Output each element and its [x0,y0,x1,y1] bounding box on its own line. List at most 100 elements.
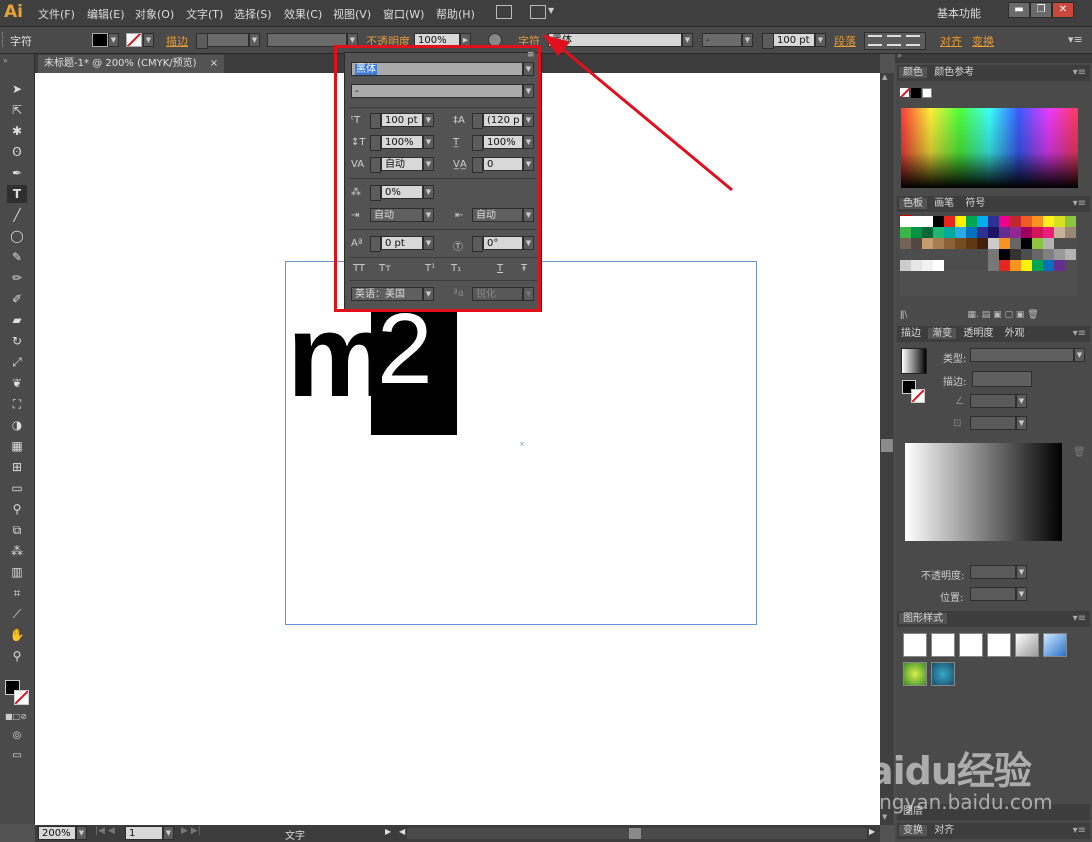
menu-window[interactable]: 窗口(W) [383,6,424,22]
zoom-field[interactable]: 200% [38,826,76,840]
swatch[interactable] [955,249,966,260]
menu-help[interactable]: 帮助(H) [436,6,475,22]
close-tab-icon[interactable]: × [210,58,218,69]
swatch[interactable] [900,227,911,238]
minimize-button[interactable]: ▬ [1008,2,1030,18]
tab-color[interactable]: 颜色 [899,67,927,78]
blend-tool-icon[interactable]: ⧉ [7,521,27,539]
swatch[interactable] [1054,227,1065,238]
swatch[interactable] [977,216,988,227]
gradient-angle-field[interactable] [970,394,1016,408]
graphic-style-default[interactable] [903,633,927,657]
hscroll-left-icon[interactable]: ◀ [399,827,405,836]
mesh-tool-icon[interactable]: ⊞ [7,458,27,476]
swatch[interactable] [900,260,911,271]
workspace-switcher[interactable]: 基本功能 [937,5,981,21]
swatch[interactable] [955,216,966,227]
swatch[interactable] [955,238,966,249]
tab-swatches[interactable]: 色板 [899,198,927,209]
swatch[interactable] [1021,216,1032,227]
tab-symbols[interactable]: 符号 [961,198,989,209]
gradient-opacity-field[interactable] [970,565,1016,579]
bridge-icon[interactable] [496,5,512,19]
menu-edit[interactable]: 编辑(E) [87,6,125,22]
selection-tool-icon[interactable]: ➤ [7,80,27,98]
align-left-icon[interactable] [868,35,882,46]
menu-effect[interactable]: 效果(C) [284,6,322,22]
swatch[interactable] [1010,238,1021,249]
menu-type[interactable]: 文字(T) [186,6,223,22]
slice-tool-icon[interactable]: ⟋ [7,605,27,623]
stroke-none-swatch[interactable] [126,33,142,47]
swatch[interactable] [1021,249,1032,260]
type-tool-icon[interactable]: T [7,185,27,203]
hscroll-right-icon[interactable]: ▶ [869,827,875,836]
tab-transparency[interactable]: 透明度 [959,328,997,339]
black-swatch[interactable] [911,88,921,98]
swatch[interactable] [988,249,999,260]
stroke-link[interactable]: 描边 [166,33,188,49]
swatch[interactable] [999,216,1010,227]
swatch[interactable] [966,249,977,260]
ellipse-tool-icon[interactable]: ◯ [7,227,27,245]
swatch[interactable] [977,238,988,249]
swatch[interactable] [1043,238,1054,249]
gradient-menu-icon[interactable]: ▾≡ [1073,326,1086,342]
screen-mode-icon[interactable]: ▭ [7,747,27,765]
paintbrush-tool-icon[interactable]: ✎ [7,248,27,266]
collapse-icon[interactable]: » [3,56,8,65]
scale-tool-icon[interactable]: ⤢ [7,353,27,371]
swatch[interactable] [1043,249,1054,260]
swatch[interactable] [988,260,999,271]
gradient-tool-icon[interactable]: ▭ [7,479,27,497]
swatch[interactable] [922,238,933,249]
free-transform-tool-icon[interactable]: ⛶ [7,395,27,413]
tab-align[interactable]: 对齐 [930,825,958,836]
scroll-thumb[interactable] [881,439,893,452]
color-mode-icons[interactable]: ■□⊘ [5,712,29,721]
swatch[interactable] [1043,216,1054,227]
swatch[interactable] [977,227,988,238]
gradient-type-dropdown[interactable]: ▼ [1074,348,1085,362]
pen-tool-icon[interactable]: ✒ [7,164,27,182]
swatch[interactable] [944,260,955,271]
swatch[interactable] [933,260,944,271]
swatch[interactable] [922,216,933,227]
direct-selection-tool-icon[interactable]: ⇱ [7,101,27,119]
swatches-footer-icons[interactable]: ǁ\ ▦. ▤ ▣ ▢ ▣ 🗑 [900,310,1077,322]
swatch[interactable] [1054,260,1065,271]
swatch[interactable] [1010,227,1021,238]
swatch[interactable] [933,249,944,260]
arrange-documents-icon[interactable] [530,5,546,19]
swatch[interactable] [966,227,977,238]
restore-button[interactable]: ❐ [1030,2,1052,18]
color-panel-menu-icon[interactable]: ▾≡ [1073,65,1086,81]
swatch[interactable] [977,260,988,271]
symbol-sprayer-tool-icon[interactable]: ⁂ [7,542,27,560]
tab-brushes[interactable]: 画笔 [930,198,958,209]
document-tab[interactable]: 未标题-1* @ 200% (CMYK/预览) × [38,55,225,73]
graphic-style-none[interactable] [931,633,955,657]
gradient-preview[interactable] [905,443,1062,541]
tab-color-guide[interactable]: 颜色参考 [930,67,978,78]
swatch[interactable] [1021,260,1032,271]
swatch[interactable] [1065,216,1076,227]
swatch[interactable] [999,260,1010,271]
swatch[interactable] [1032,238,1043,249]
swatch[interactable] [900,249,911,260]
align-buttons[interactable] [864,32,926,50]
graphic-style-white[interactable] [959,633,983,657]
control-menu-icon[interactable]: ▾≡ [1068,33,1083,46]
magic-wand-tool-icon[interactable]: ✱ [7,122,27,140]
fill-swatch[interactable] [92,33,108,47]
swatch[interactable] [1032,260,1043,271]
menu-file[interactable]: 文件(F) [38,6,75,22]
swatch[interactable] [1010,216,1021,227]
font-size-dropdown[interactable]: ▼ [815,33,826,47]
tab-transform[interactable]: 变换 [899,825,927,836]
menu-view[interactable]: 视图(V) [333,6,371,22]
gradient-opacity-dropdown[interactable]: ▼ [1016,565,1027,579]
line-tool-icon[interactable]: ╱ [7,206,27,224]
swatch[interactable] [900,238,911,249]
rotate-tool-icon[interactable]: ↻ [7,332,27,350]
